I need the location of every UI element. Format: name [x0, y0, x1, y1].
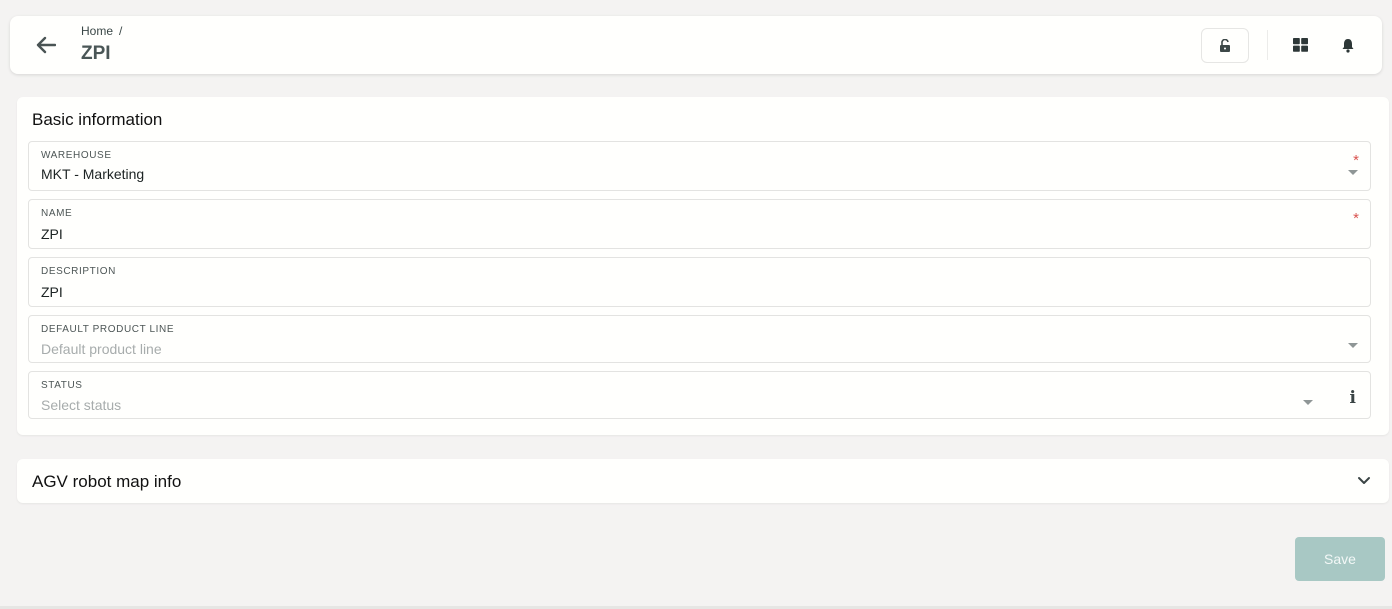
- chevron-down-icon: [1358, 477, 1370, 484]
- required-marker: *: [1353, 210, 1359, 227]
- breadcrumb: Home /: [81, 24, 122, 38]
- warehouse-select[interactable]: WAREHOUSE MKT - Marketing *: [28, 141, 1371, 191]
- notifications-button[interactable]: [1336, 33, 1360, 57]
- breadcrumb-separator: /: [119, 24, 123, 38]
- save-button[interactable]: Save: [1295, 537, 1385, 581]
- status-label: STATUS: [41, 380, 83, 391]
- chevron-down-icon: [1348, 343, 1358, 348]
- back-button[interactable]: [34, 33, 58, 57]
- page-title: ZPI: [81, 43, 111, 64]
- lock-toggle-button[interactable]: [1201, 28, 1249, 63]
- arrow-left-icon: [36, 36, 56, 54]
- warehouse-label: WAREHOUSE: [41, 150, 112, 161]
- required-marker: *: [1353, 152, 1359, 169]
- bell-icon: [1342, 38, 1354, 53]
- breadcrumb-home-link[interactable]: Home: [81, 24, 113, 38]
- name-value: ZPI: [41, 226, 63, 242]
- description-field[interactable]: DESCRIPTION ZPI: [28, 257, 1371, 307]
- basic-information-card: Basic information WAREHOUSE MKT - Market…: [17, 97, 1389, 435]
- product-line-placeholder: Default product line: [41, 341, 162, 357]
- section-title: AGV robot map info: [32, 472, 182, 491]
- name-label: NAME: [41, 208, 73, 219]
- top-header-bar: Home / ZPI: [10, 16, 1382, 74]
- default-product-line-select[interactable]: DEFAULT PRODUCT LINE Default product lin…: [28, 315, 1371, 363]
- unlock-icon: [1220, 38, 1230, 52]
- name-field[interactable]: NAME ZPI *: [28, 199, 1371, 249]
- description-label: DESCRIPTION: [41, 266, 116, 277]
- info-icon[interactable]: i: [1350, 388, 1356, 408]
- status-select[interactable]: STATUS Select status i: [28, 371, 1371, 419]
- apps-grid-button[interactable]: [1288, 33, 1312, 57]
- chevron-down-icon: [1348, 170, 1358, 175]
- description-value: ZPI: [41, 284, 63, 300]
- warehouse-value: MKT - Marketing: [41, 166, 145, 182]
- chevron-down-icon: [1303, 400, 1313, 405]
- status-placeholder: Select status: [41, 397, 122, 413]
- header-divider: [1267, 30, 1268, 60]
- grid-icon: [1292, 38, 1308, 52]
- product-line-label: DEFAULT PRODUCT LINE: [41, 324, 175, 335]
- section-title: Basic information: [32, 110, 163, 129]
- agv-robot-map-info-section[interactable]: AGV robot map info: [17, 459, 1389, 503]
